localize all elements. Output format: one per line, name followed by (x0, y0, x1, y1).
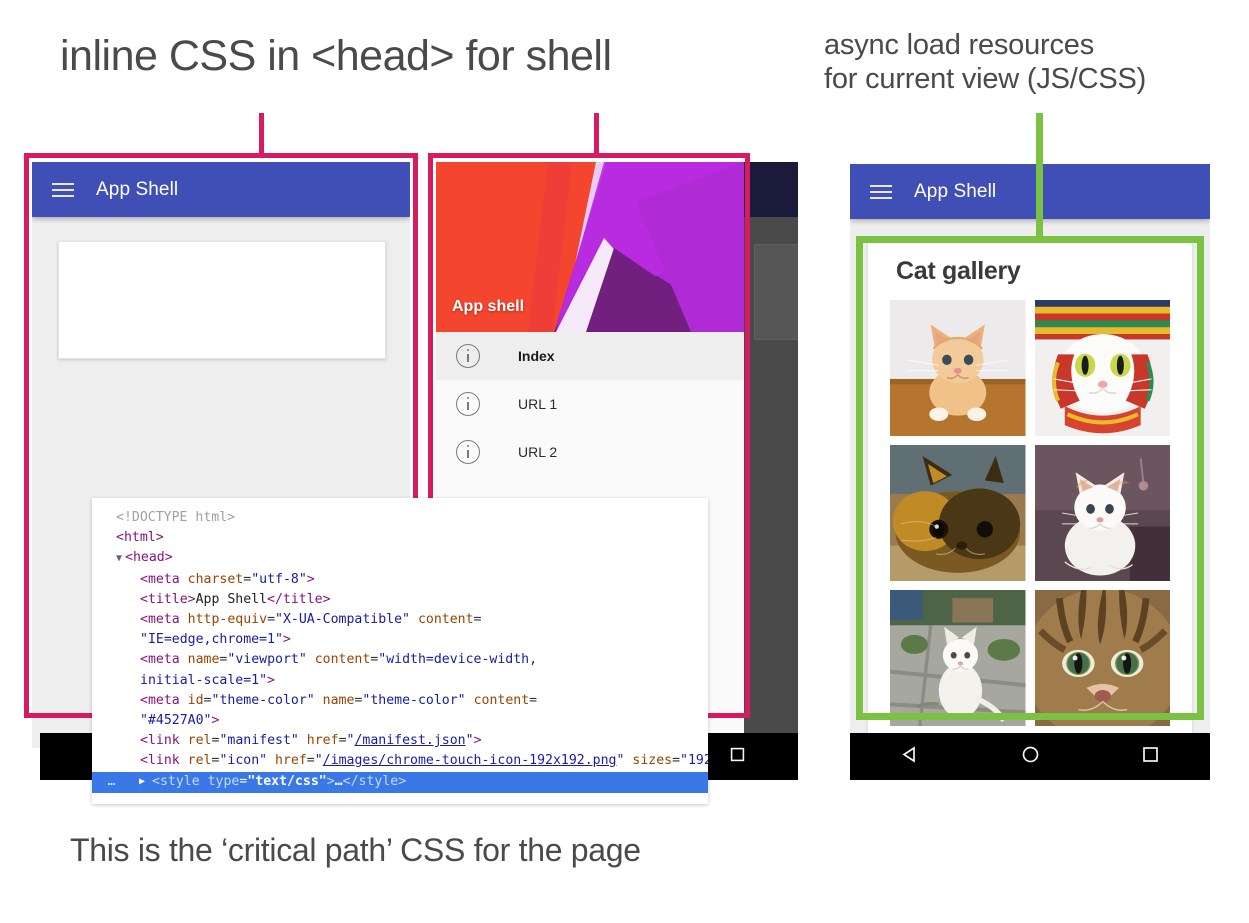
appbar-title: App Shell (914, 181, 996, 203)
gallery-content-area: Cat gallery (850, 219, 1210, 748)
pink-connector-line-right (594, 113, 599, 153)
cat-photo-tabby-cat-closeup[interactable] (1035, 590, 1171, 726)
annotation-heading-right-line1: async load resources (824, 28, 1146, 62)
cat-photo-ginger-kitten[interactable] (890, 300, 1026, 436)
manifest-link[interactable]: /manifest.json (354, 733, 465, 748)
scrim-appbar (744, 162, 798, 217)
code-line-html-open: <html> (92, 528, 708, 548)
green-connector-line (1036, 113, 1043, 241)
devtools-elements-panel[interactable]: <!DOCTYPE html> <html> ▼<head> <meta cha… (92, 498, 708, 804)
annotation-heading-right: async load resources for current view (J… (824, 28, 1146, 96)
code-line-meta-compat: <meta http-equiv="X-UA-Compatible" conte… (92, 610, 708, 650)
code-line-link-icon: <link rel="icon" href="/images/chrome-to… (92, 751, 708, 771)
caption-critical-path: This is the ‘critical path’ CSS for the … (70, 832, 641, 869)
appbar-title: App Shell (96, 179, 178, 201)
code-line-doctype: <!DOCTYPE html> (92, 508, 708, 528)
code-line-meta-charset: <meta charset="utf-8"> (92, 570, 708, 590)
code-line-meta-viewport: <meta name="viewport" content="width=dev… (92, 650, 708, 690)
expand-triangle-icon[interactable]: ▶ (132, 772, 152, 792)
ellipsis-badge[interactable]: … (92, 772, 132, 792)
phone-mock-gallery: App Shell Cat gallery (850, 164, 1210, 748)
recents-square-icon[interactable] (1141, 745, 1160, 769)
drawer-header-label: App shell (452, 298, 524, 316)
code-line-meta-theme-color: <meta id="theme-color" name="theme-color… (92, 691, 708, 731)
collapse-triangle-icon[interactable]: ▼ (116, 553, 122, 564)
placeholder-content-card (58, 241, 386, 359)
code-title-text: App Shell (196, 592, 267, 607)
cat-photo-tortoiseshell-cat[interactable] (890, 445, 1026, 581)
slide-canvas: inline CSS in <head> for shell async loa… (0, 0, 1249, 923)
icon-link[interactable]: /images/chrome-touch-icon-192x192.png (323, 753, 617, 768)
cat-gallery-card: Cat gallery (868, 239, 1192, 748)
appbar-app-shell: App Shell (32, 162, 410, 217)
icon-sizes-value: 192x192 (688, 753, 708, 768)
info-circle-icon (456, 440, 480, 464)
code-line-link-manifest: <link rel="manifest" href="/manifest.jso… (92, 731, 708, 751)
info-circle-icon (456, 344, 480, 368)
home-circle-icon[interactable] (1021, 745, 1040, 769)
appbar-gallery: App Shell (850, 164, 1210, 219)
cat-photo-white-cat-on-pavement[interactable] (890, 590, 1026, 726)
pink-connector-line-left (259, 113, 264, 153)
hamburger-menu-icon[interactable] (870, 184, 892, 200)
code-line-head-open[interactable]: ▼<head> (92, 548, 708, 569)
drawer-item-label: URL 1 (518, 396, 557, 412)
code-theme-color-value: #4527A0 (148, 713, 204, 728)
code-line-title: <title>App Shell</title> (92, 590, 708, 610)
drawer-header-image: App shell (436, 162, 744, 332)
info-circle-icon (456, 392, 480, 416)
code-line-style-selected[interactable]: … ▶ <style type="text/css">…</style> (92, 772, 708, 793)
drawer-item-label: URL 2 (518, 444, 557, 460)
drawer-item-url-2[interactable]: URL 2 (436, 428, 744, 476)
drawer-item-label: Index (518, 348, 555, 364)
back-triangle-icon[interactable] (901, 745, 920, 769)
annotation-heading-right-line2: for current view (JS/CSS) (824, 62, 1146, 96)
cat-image-grid (868, 300, 1192, 726)
hamburger-menu-icon[interactable] (52, 182, 74, 198)
cat-photo-fluffy-white-kitten[interactable] (1035, 445, 1171, 581)
devtools-code-lines: <!DOCTYPE html> <html> ▼<head> <meta cha… (92, 498, 708, 793)
drawer-item-index[interactable]: Index (436, 332, 744, 380)
android-nav-bar-phone3 (850, 733, 1210, 780)
cat-photo-white-cat-in-hat[interactable] (1035, 300, 1171, 436)
drawer-item-url-1[interactable]: URL 1 (436, 380, 744, 428)
recents-square-icon[interactable] (729, 746, 746, 768)
scrim-content-card (754, 244, 798, 340)
gallery-heading: Cat gallery (868, 239, 1192, 300)
annotation-heading-left: inline CSS in <head> for shell (60, 32, 612, 81)
